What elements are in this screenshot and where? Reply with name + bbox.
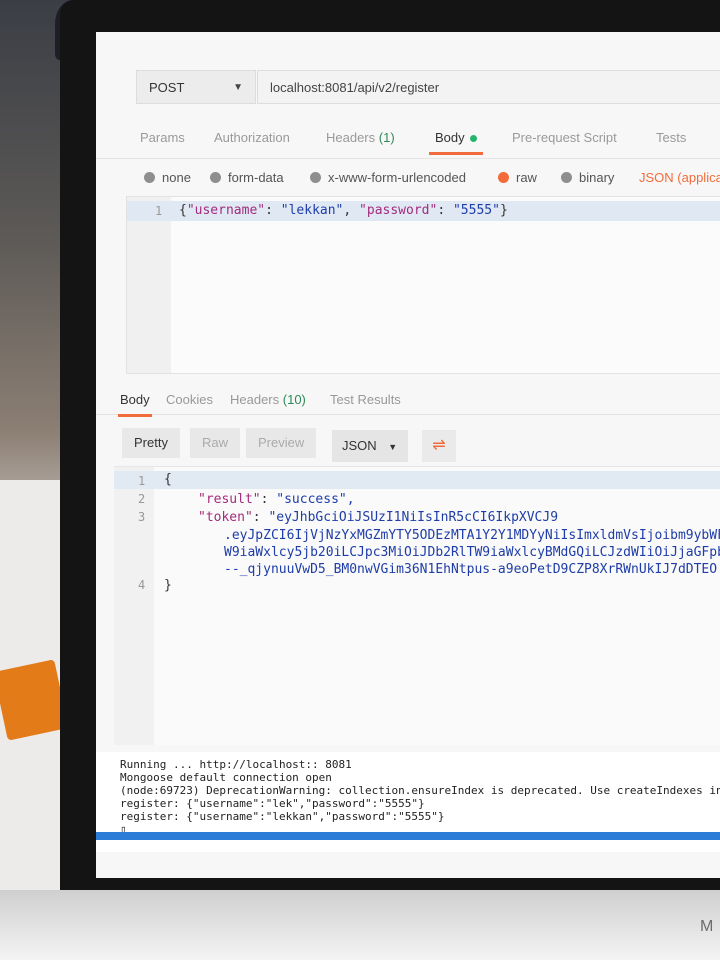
radio-icon xyxy=(210,172,221,183)
body-mode-options: none form-data x-www-form-urlencoded raw… xyxy=(96,166,720,192)
wrap-lines-icon[interactable]: ⇌ xyxy=(422,430,456,462)
method-label: POST xyxy=(149,80,185,95)
radio-urlencoded[interactable]: x-www-form-urlencoded xyxy=(310,170,466,185)
response-body-viewer[interactable]: 1 2 3 4 { "result": "success", "token": … xyxy=(114,466,720,745)
response-view-bar: Pretty Raw Preview JSON ▼ ⇌ xyxy=(96,424,720,464)
preview-button[interactable]: Preview xyxy=(246,428,317,458)
json-close-brace: } xyxy=(164,578,172,593)
line-number: 1 xyxy=(138,474,146,488)
method-select[interactable]: POST ▼ xyxy=(136,70,256,104)
json-token-line: "token": "eyJhbGciOiJSUzI1NiIsInR5cCI6Ik… xyxy=(198,510,559,525)
url-input[interactable]: localhost:8081/api/v2/register xyxy=(257,70,720,104)
request-body-editor[interactable]: 1 {"username": "lekkan", "password": "55… xyxy=(126,196,720,374)
content-type-select[interactable]: JSON (applica xyxy=(639,170,720,185)
console-line: (node:69723) DeprecationWarning: collect… xyxy=(120,784,720,797)
json-token-cont: W9iaWxlcy5jb20iLCJpc3MiOiJDb2RlTW9iaWxlc… xyxy=(224,545,720,560)
line-number: 3 xyxy=(138,510,146,524)
postman-window: POST ▼ localhost:8081/api/v2/register Pa… xyxy=(96,32,720,878)
request-tabs: Params Authorization Headers (1) Body Pr… xyxy=(96,122,720,159)
line-number: 1 xyxy=(155,204,163,218)
active-line xyxy=(114,471,720,489)
console-line: Mongoose default connection open xyxy=(120,771,332,784)
tab-test-results[interactable]: Test Results xyxy=(330,392,401,407)
json-open-brace: { xyxy=(164,472,172,487)
radio-selected-icon xyxy=(498,172,509,183)
radio-binary[interactable]: binary xyxy=(561,170,614,185)
radio-form-data[interactable]: form-data xyxy=(210,170,284,185)
tab-response-headers[interactable]: Headers (10) xyxy=(230,392,306,407)
line-number: 4 xyxy=(138,578,146,592)
request-bar: POST ▼ localhost:8081/api/v2/register xyxy=(96,40,720,104)
tab-pre-request-script[interactable]: Pre-request Script xyxy=(512,130,617,145)
radio-icon xyxy=(310,172,321,183)
pretty-button[interactable]: Pretty xyxy=(122,428,180,458)
json-result-line: "result": "success", xyxy=(198,492,355,507)
request-json: {"username": "lekkan", "password": "5555… xyxy=(179,203,508,218)
tab-tests[interactable]: Tests xyxy=(656,130,686,145)
radio-none[interactable]: none xyxy=(144,170,191,185)
raw-button[interactable]: Raw xyxy=(190,428,241,458)
tab-params[interactable]: Params xyxy=(140,130,185,145)
response-gutter xyxy=(114,467,154,745)
line-number: 2 xyxy=(138,492,146,506)
chevron-down-icon: ▼ xyxy=(233,82,243,93)
laptop-base xyxy=(0,890,720,960)
response-tabs: Body Cookies Headers (10) Test Results xyxy=(96,382,720,417)
format-select[interactable]: JSON ▼ xyxy=(332,430,408,462)
console-line: register: {"username":"lek","password":"… xyxy=(120,797,425,810)
json-token-cont: --_qjynuuVwD5_BM0nwVGim36N1EhNtpus-a9eoP… xyxy=(224,562,718,577)
radio-icon xyxy=(561,172,572,183)
status-strip xyxy=(96,832,720,840)
tab-cookies[interactable]: Cookies xyxy=(166,392,213,407)
editor-gutter xyxy=(127,197,171,373)
tab-response-body[interactable]: Body xyxy=(118,392,152,417)
radio-raw[interactable]: raw xyxy=(498,170,537,185)
tab-headers[interactable]: Headers (1) xyxy=(326,130,395,145)
radio-icon xyxy=(144,172,155,183)
active-dot-icon xyxy=(469,135,477,143)
tab-body[interactable]: Body xyxy=(429,130,483,155)
console-line: register: {"username":"lekkan","password… xyxy=(120,810,445,823)
laptop-badge: M xyxy=(700,918,714,935)
console-line: Running ... http://localhost:: 8081 xyxy=(120,758,352,771)
tab-authorization[interactable]: Authorization xyxy=(214,130,290,145)
chevron-down-icon: ▼ xyxy=(388,442,398,452)
json-token-cont: .eyJpZCI6IjVjNzYxMGZmYTY5ODEzMTA1Y2Y1MDY… xyxy=(224,528,720,543)
